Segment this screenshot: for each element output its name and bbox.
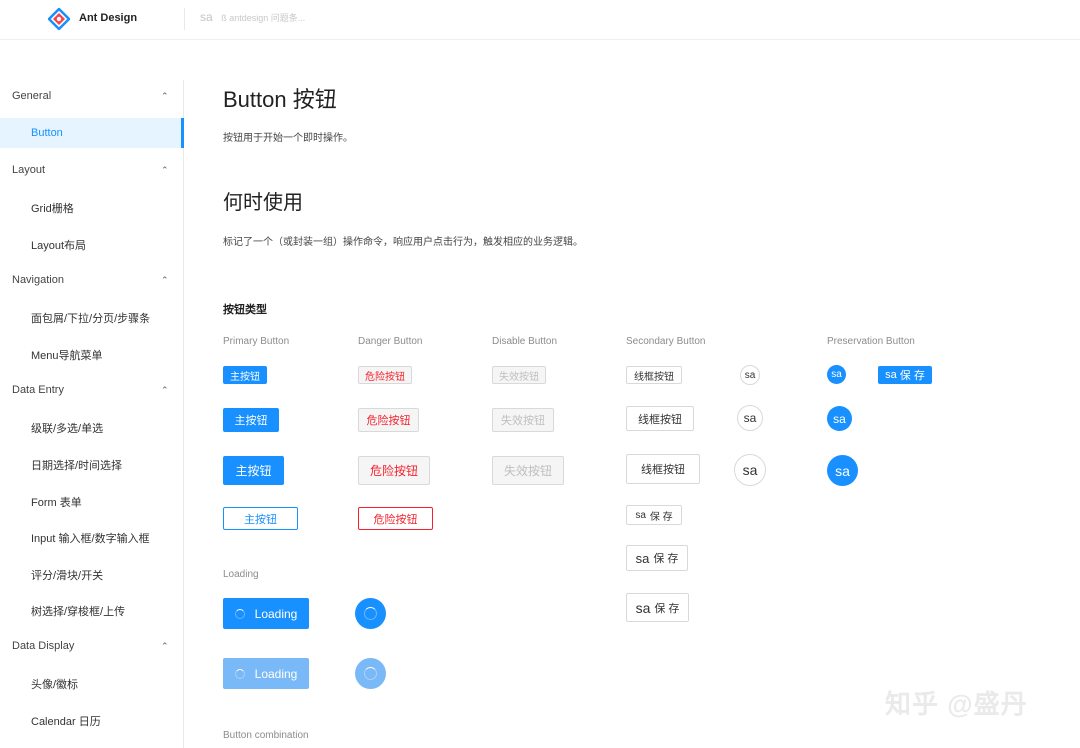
primary-button-large[interactable]: 主按钮: [223, 456, 284, 485]
spinner-icon: [234, 668, 245, 679]
danger-button-small[interactable]: 危险按钮: [358, 366, 412, 384]
sidebar-item-cascader[interactable]: 级联/多选/单选: [31, 420, 103, 436]
chevron-up-icon[interactable]: ⌃: [161, 165, 169, 176]
disabled-button-default: 失效按钮: [492, 408, 554, 432]
ant-design-logo-icon[interactable]: [48, 8, 70, 30]
sidebar-nav: General ⌃ Button Layout ⌃ Grid栅格 Layout布…: [0, 80, 184, 748]
col-secondary-heading: Secondary Button: [626, 336, 706, 347]
sidebar-item-breadcrumb[interactable]: 面包屑/下拉/分页/步骤条: [31, 310, 150, 326]
save-button-label: 保 存: [654, 602, 680, 615]
loading-button[interactable]: Loading: [223, 598, 309, 629]
danger-button-default[interactable]: 危险按钮: [358, 408, 419, 432]
sidebar-item-avatar[interactable]: 头像/徽标: [31, 676, 78, 692]
preservation-circle-button-default[interactable]: sa: [827, 406, 852, 431]
sidebar-item-form[interactable]: Form 表单: [31, 494, 82, 510]
save-button-large[interactable]: sa 保 存: [626, 593, 689, 622]
spinner-icon: [234, 608, 245, 619]
disabled-button-large: 失效按钮: [492, 456, 564, 485]
sidebar-item-datepicker[interactable]: 日期选择/时间选择: [31, 457, 122, 473]
loading-section-label: Loading: [223, 569, 259, 580]
secondary-button-small[interactable]: 线框按钮: [626, 366, 682, 384]
sidebar-item-grid[interactable]: Grid栅格: [31, 200, 74, 216]
page-intro: 按钮用于开始一个即时操作。: [223, 133, 353, 144]
top-header: Ant Design sa ß antdesign 问题条...: [0, 0, 1080, 40]
watermark: 知乎 @盛丹: [885, 689, 1028, 719]
search-input[interactable]: sa ß antdesign 问题条...: [200, 10, 305, 24]
sidebar-item-input[interactable]: Input 输入框/数字输入框: [31, 530, 150, 546]
secondary-button-large[interactable]: 线框按钮: [626, 454, 700, 484]
spinner-icon: [364, 667, 377, 680]
primary-ghost-button[interactable]: 主按钮: [223, 507, 298, 530]
save-button-small[interactable]: sa 保 存: [626, 505, 682, 525]
sidebar-group-layout[interactable]: Layout: [12, 164, 45, 176]
col-primary-heading: Primary Button: [223, 336, 290, 347]
when-to-use-text: 标记了一个（或封装一组）操作命令，响应用户点击行为，触发相应的业务逻辑。: [223, 237, 583, 248]
preservation-save-icon-text: sa: [885, 369, 897, 381]
when-to-use-title: 何时使用: [223, 192, 303, 214]
save-button-label: 保 存: [649, 511, 673, 523]
secondary-circle-button-large[interactable]: sa: [734, 454, 766, 486]
danger-button-large[interactable]: 危险按钮: [358, 456, 430, 485]
save-button-icon-text: sa: [635, 550, 650, 566]
search-placeholder: ß antdesign 问题条...: [221, 13, 306, 23]
secondary-circle-button-default[interactable]: sa: [737, 405, 763, 431]
danger-ghost-button[interactable]: 危险按钮: [358, 507, 433, 530]
chevron-up-icon[interactable]: ⌃: [161, 275, 169, 286]
button-types-title: 按钮类型: [223, 304, 267, 316]
sidebar-item-layout[interactable]: Layout布局: [31, 237, 86, 253]
save-button-icon-text: sa: [635, 599, 651, 616]
preservation-save-button[interactable]: sa 保 存: [878, 366, 932, 384]
preservation-circle-button-small[interactable]: sa: [827, 365, 846, 384]
save-button-label: 保 存: [653, 553, 679, 565]
loading-circle-button[interactable]: [355, 598, 386, 629]
sidebar-item-calendar[interactable]: Calendar 日历: [31, 713, 101, 729]
primary-button-small[interactable]: 主按钮: [223, 366, 267, 384]
col-disable-heading: Disable Button: [492, 336, 558, 347]
secondary-button-default[interactable]: 线框按钮: [626, 406, 694, 431]
loading-button-light[interactable]: Loading: [223, 658, 309, 689]
save-button-default[interactable]: sa 保 存: [626, 545, 688, 571]
sidebar-item-rate[interactable]: 评分/滑块/开关: [31, 567, 103, 583]
sidebar-item-button[interactable]: Button: [31, 127, 63, 139]
chevron-up-icon[interactable]: ⌃: [161, 641, 169, 652]
sidebar-group-navigation[interactable]: Navigation: [12, 274, 64, 286]
loading-button-label: Loading: [254, 606, 298, 621]
header-divider: [184, 8, 185, 30]
preservation-save-label: 保 存: [899, 370, 925, 382]
brand-name[interactable]: Ant Design: [79, 12, 137, 24]
preservation-circle-button-large[interactable]: sa: [827, 455, 858, 486]
loading-button-light-label: Loading: [254, 666, 298, 681]
page-title: Button 按钮: [223, 87, 337, 112]
chevron-up-icon[interactable]: ⌃: [161, 91, 169, 102]
secondary-circle-button-small[interactable]: sa: [740, 365, 760, 385]
col-danger-heading: Danger Button: [358, 336, 423, 347]
spinner-icon: [364, 607, 377, 620]
chevron-up-icon[interactable]: ⌃: [161, 385, 169, 396]
sidebar-active-highlight: [0, 118, 184, 148]
sidebar-item-menu[interactable]: Menu导航菜单: [31, 347, 103, 363]
sidebar-item-treeselect[interactable]: 树选择/穿梭框/上传: [31, 603, 125, 619]
sidebar-group-general[interactable]: General: [12, 90, 51, 102]
search-tag: sa: [200, 10, 213, 24]
save-button-icon-text: sa: [635, 509, 646, 521]
disabled-button-small: 失效按钮: [492, 366, 546, 384]
loading-circle-button-light[interactable]: [355, 658, 386, 689]
primary-button-default[interactable]: 主按钮: [223, 408, 279, 432]
sidebar-group-data-entry[interactable]: Data Entry: [12, 384, 64, 396]
sidebar-group-data-display[interactable]: Data Display: [12, 640, 74, 652]
col-preservation-heading: Preservation Button: [827, 336, 915, 347]
button-combination-label: Button combination: [223, 730, 309, 741]
